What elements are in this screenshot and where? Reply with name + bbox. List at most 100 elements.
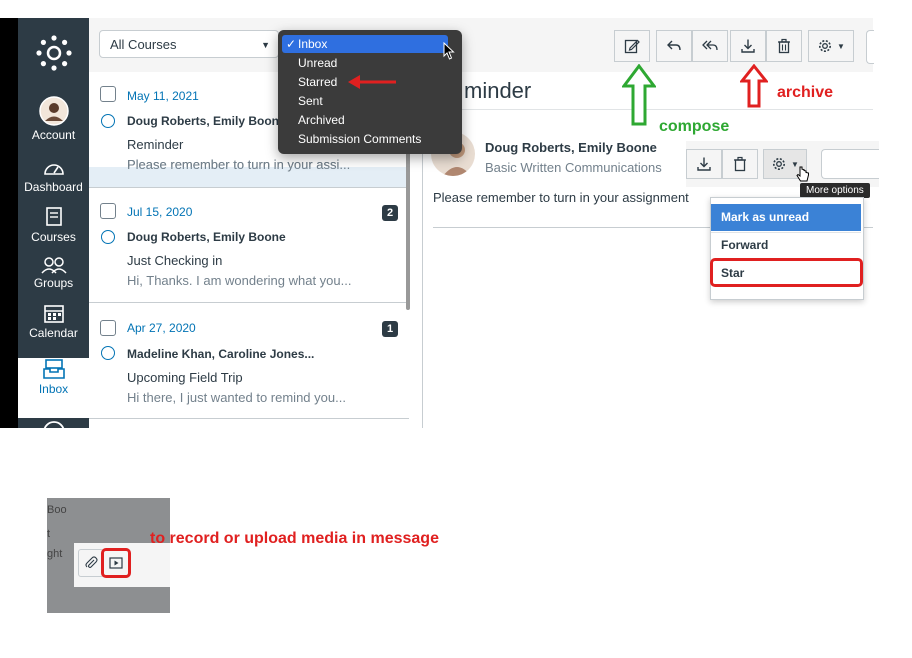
nav-dashboard-label: Dashboard xyxy=(24,180,83,194)
archive-icon xyxy=(741,39,755,53)
message-participants: Doug Roberts, Emily Boone xyxy=(127,114,286,128)
nav-courses[interactable]: Courses xyxy=(18,206,89,244)
read-toggle-icon[interactable] xyxy=(101,346,115,360)
archive-button[interactable] xyxy=(730,30,766,62)
trash-icon xyxy=(778,38,790,54)
message-count-badge: 2 xyxy=(382,205,398,221)
message-date: May 11, 2021 xyxy=(127,89,199,103)
message-participants: Madeline Khan, Caroline Jones... xyxy=(127,347,315,361)
dashboard-icon xyxy=(43,164,64,175)
pointer-cursor-icon xyxy=(796,166,809,182)
reply-icon xyxy=(667,40,681,51)
read-toggle-icon[interactable] xyxy=(101,114,115,128)
nav-inbox[interactable]: Inbox xyxy=(18,358,89,418)
courses-icon xyxy=(45,207,62,226)
message-subject: Reminder xyxy=(127,137,184,152)
read-toggle-icon[interactable] xyxy=(101,230,115,244)
media-annotation: to record or upload media in message xyxy=(150,530,439,547)
archive-annotation: archive xyxy=(777,84,834,101)
delete-button[interactable] xyxy=(722,149,758,179)
nav-account-label: Account xyxy=(31,128,76,142)
chevron-down-icon: ▼ xyxy=(837,41,845,51)
delete-button[interactable] xyxy=(766,30,802,62)
gear-icon xyxy=(773,158,786,170)
mailbox-option-unread[interactable]: Unread xyxy=(282,54,448,72)
message-date: Jul 15, 2020 xyxy=(127,205,193,219)
message-participants: Doug Roberts, Emily Boone xyxy=(127,230,286,244)
red-arrow-up-icon xyxy=(740,64,768,108)
canvas-logo-icon xyxy=(35,35,72,71)
message-action-bar: ▼ xyxy=(686,141,879,187)
calendar-icon xyxy=(43,305,64,323)
select-checkbox[interactable] xyxy=(100,86,116,102)
search-input-edge[interactable] xyxy=(866,30,874,64)
mailbox-option-inbox[interactable]: ✓ Inbox xyxy=(282,35,448,53)
inbox-icon xyxy=(42,359,65,379)
message-subject: Upcoming Field Trip xyxy=(127,370,243,385)
mailbox-dropdown: ✓ Inbox Unread Starred Sent Archived Sub… xyxy=(278,30,462,154)
course-filter-value: All Courses xyxy=(110,37,177,52)
archive-icon xyxy=(697,157,711,171)
message-preview: Hi there, I just wanted to remind you... xyxy=(127,390,346,405)
mailbox-option-archived[interactable]: Archived xyxy=(282,111,448,129)
nav-account[interactable]: Account xyxy=(18,96,89,142)
paperclip-icon xyxy=(85,556,98,569)
mailbox-option-label: Inbox xyxy=(298,37,328,51)
media-icon xyxy=(109,557,123,569)
select-checkbox[interactable] xyxy=(100,320,116,336)
snippet-text-fragment: Boo xyxy=(47,504,67,516)
detail-course: Basic Written Communications xyxy=(485,160,662,175)
mailbox-option-sent[interactable]: Sent xyxy=(282,92,448,110)
chevron-down-icon: ▼ xyxy=(261,40,270,50)
more-options-tooltip: More options xyxy=(800,183,870,198)
message-title: minder xyxy=(464,78,532,103)
message-preview-overlay: Please remember to turn in your assi... xyxy=(127,157,351,172)
nav-calendar[interactable]: Calendar xyxy=(18,302,89,340)
clock-icon xyxy=(43,421,64,428)
message-subject: Just Checking in xyxy=(127,253,223,268)
course-filter-select[interactable]: All Courses ▼ xyxy=(99,30,279,58)
select-checkbox[interactable] xyxy=(100,203,116,219)
nav-groups-label: Groups xyxy=(33,276,74,290)
message-date: Apr 27, 2020 xyxy=(127,321,196,335)
message-item[interactable]: Apr 27, 2020 1 Madeline Khan, Caroline J… xyxy=(89,302,409,419)
nav-calendar-label: Calendar xyxy=(29,326,78,340)
archive-button[interactable] xyxy=(686,149,722,179)
trash-icon xyxy=(734,156,746,172)
avatar-icon xyxy=(38,96,69,126)
nav-courses-label: Courses xyxy=(31,230,76,244)
compose-icon xyxy=(624,39,640,54)
menu-item-mark-unread[interactable]: Mark as unread xyxy=(711,204,861,231)
nav-dashboard[interactable]: Dashboard xyxy=(18,158,89,194)
red-arrow-left-icon xyxy=(348,75,396,89)
detail-body: Please remember to turn in your assignme… xyxy=(433,190,689,205)
message-preview: Hi, Thanks. I am wondering what you... xyxy=(127,273,352,288)
nav-inbox-label: Inbox xyxy=(38,382,69,396)
snippet-text-fragment: ght xyxy=(47,548,63,560)
message-item[interactable]: Jul 15, 2020 2 Doug Roberts, Emily Boone… xyxy=(89,187,409,303)
window-edge xyxy=(0,18,18,428)
menu-item-forward[interactable]: Forward xyxy=(711,232,861,259)
settings-menu-button[interactable]: ▼ xyxy=(808,30,854,62)
mailbox-option-submission-comments[interactable]: Submission Comments xyxy=(282,130,448,148)
message-count-badge: 1 xyxy=(382,321,398,337)
attachment-bar xyxy=(74,543,170,587)
checkmark-icon: ✓ xyxy=(286,37,297,51)
search-input-edge[interactable] xyxy=(821,149,879,179)
compose-button[interactable] xyxy=(614,30,650,62)
reply-button[interactable] xyxy=(656,30,692,62)
media-snippet: Boo t ght xyxy=(47,498,170,613)
record-media-button[interactable] xyxy=(101,548,131,578)
gear-icon xyxy=(819,40,832,52)
global-nav: Account Dashboard Courses Groups Calenda… xyxy=(18,18,89,428)
green-arrow-up-icon xyxy=(622,64,656,126)
reply-all-icon xyxy=(702,40,718,51)
nav-history[interactable] xyxy=(18,420,89,428)
groups-icon xyxy=(40,257,67,274)
arrow-cursor-icon xyxy=(443,42,455,60)
reply-all-button[interactable] xyxy=(692,30,728,62)
star-highlight-box xyxy=(710,258,863,287)
detail-participants: Doug Roberts, Emily Boone xyxy=(485,140,657,155)
nav-groups[interactable]: Groups xyxy=(18,256,89,290)
nav-logo[interactable] xyxy=(18,34,89,72)
